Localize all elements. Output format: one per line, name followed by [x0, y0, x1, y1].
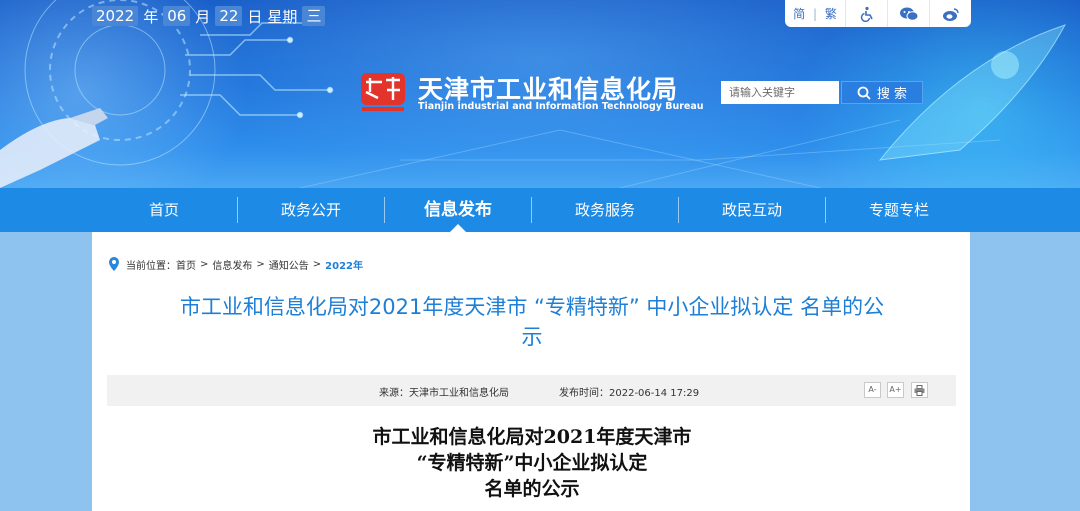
nav-government-services[interactable]: 政务服务 — [532, 188, 678, 232]
breadcrumb: 当前位置： 首页 > 信息发布 > 通知公告 > 2022年 — [108, 256, 363, 272]
accessibility-button[interactable] — [845, 0, 887, 27]
simplified-chinese-link[interactable]: 简 — [793, 7, 805, 21]
breadcrumb-separator: > — [200, 258, 209, 270]
wheelchair-icon — [860, 6, 873, 22]
site-subtitle: Tianjin industrial and Information Techn… — [418, 101, 704, 112]
language-separator: | — [812, 7, 818, 21]
search-button[interactable]: 搜 索 — [841, 81, 923, 104]
print-button[interactable] — [911, 382, 928, 398]
search-icon — [857, 86, 871, 100]
header-banner: 2022 年 06 月 22 日 星期 三 简 | 繁 天津市工业和信息化局 T… — [0, 0, 1080, 188]
main-nav: 首页 政务公开 信息发布 政务服务 政民互动 专题专栏 — [0, 188, 1080, 232]
document-heading-line-3: 名单的公示 — [484, 478, 580, 500]
wechat-button[interactable] — [887, 0, 929, 27]
document-heading-line-2: “专精特新”中小企业拟认定 — [416, 452, 648, 474]
date-day: 22 — [215, 6, 243, 26]
date-weekday-label: 星期 — [267, 7, 298, 26]
date-year: 2022 — [92, 6, 139, 26]
article-meta-bar: 来源：天津市工业和信息化局 发布时间：2022-06-14 17:29 A- A… — [107, 375, 956, 406]
breadcrumb-item-info-release[interactable]: 信息发布 — [212, 257, 252, 272]
printer-icon — [914, 385, 925, 396]
weibo-button[interactable] — [929, 0, 971, 27]
font-decrease-button[interactable]: A- — [864, 382, 881, 398]
date-month-unit: 月 — [195, 7, 211, 26]
weibo-icon — [942, 7, 959, 21]
date-display: 2022 年 06 月 22 日 星期 三 — [92, 6, 326, 26]
search-button-label: 搜 索 — [876, 87, 908, 102]
breadcrumb-item-home[interactable]: 首页 — [176, 257, 196, 272]
article-title-line-2: 示 — [521, 325, 543, 349]
nav-home[interactable]: 首页 — [91, 188, 237, 232]
date-year-unit: 年 — [143, 7, 159, 26]
breadcrumb-item-2022[interactable]: 2022年 — [325, 257, 363, 272]
breadcrumb-prefix: 当前位置： — [126, 260, 176, 272]
nav-special-topics[interactable]: 专题专栏 — [826, 188, 972, 232]
date-weekday: 三 — [302, 6, 326, 26]
location-pin-icon — [109, 257, 119, 271]
article-title-line-1: 市工业和信息化局对2021年度天津市 “专精特新” 中小企业拟认定 名单的公 — [179, 295, 885, 319]
active-nav-caret-icon — [450, 224, 466, 232]
article-publish-time: 发布时间：2022-06-14 17:29 — [559, 388, 700, 399]
font-increase-button[interactable]: A+ — [887, 382, 904, 398]
wechat-icon — [899, 7, 918, 21]
search-input[interactable] — [721, 81, 839, 104]
document-heading: 市工业和信息化局对2021年度天津市 “专精特新”中小企业拟认定 名单的公示 — [282, 424, 782, 502]
article-title: 市工业和信息化局对2021年度天津市 “专精特新” 中小企业拟认定 名单的公 示 — [132, 292, 932, 352]
top-tools-bar: 简 | 繁 — [785, 0, 971, 27]
document-heading-line-1: 市工业和信息化局对2021年度天津市 — [372, 426, 692, 448]
nav-government-affairs-open[interactable]: 政务公开 — [238, 188, 384, 232]
breadcrumb-separator: > — [256, 258, 265, 270]
breadcrumb-item-notices[interactable]: 通知公告 — [269, 257, 309, 272]
breadcrumb-separator: > — [312, 258, 322, 270]
bureau-logo — [361, 73, 405, 111]
date-day-unit: 日 — [247, 7, 263, 26]
language-switcher: 简 | 繁 — [785, 5, 845, 22]
article-panel: 当前位置： 首页 > 信息发布 > 通知公告 > 2022年 市工业和信息化局对… — [92, 232, 970, 511]
traditional-chinese-link[interactable]: 繁 — [825, 7, 837, 21]
date-month: 06 — [163, 6, 191, 26]
nav-public-interaction[interactable]: 政民互动 — [679, 188, 825, 232]
article-source: 来源：天津市工业和信息化局 — [379, 388, 509, 399]
